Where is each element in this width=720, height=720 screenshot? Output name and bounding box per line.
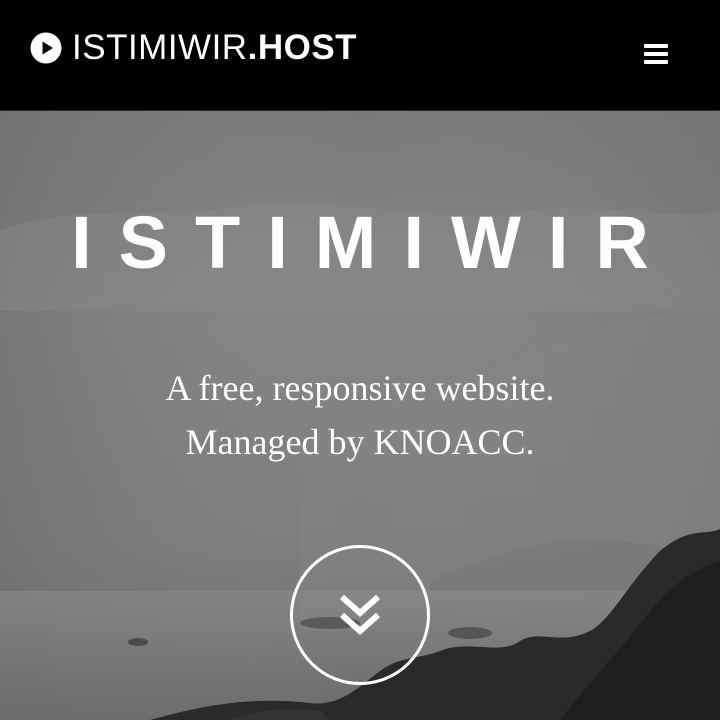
- menu-toggle-button[interactable]: [636, 34, 676, 74]
- double-chevron-down-icon: [340, 594, 380, 636]
- navbar: ISTIMIWIR.HOST: [0, 0, 720, 111]
- hero-subtitle: A free, responsive website. Managed by K…: [0, 361, 720, 469]
- brand-text: ISTIMIWIR.HOST: [72, 28, 357, 68]
- brand-tld: .HOST: [247, 28, 358, 67]
- scroll-down-button[interactable]: [290, 545, 430, 685]
- hero-section: ISTIMIWIR A free, responsive website. Ma…: [0, 111, 720, 720]
- hero-subtitle-line-1: A free, responsive website.: [165, 368, 555, 408]
- brand-name: ISTIMIWIR: [72, 28, 248, 67]
- play-circle-icon: [30, 32, 62, 64]
- hero-title: ISTIMIWIR: [71, 201, 676, 284]
- hero-subtitle-line-2: Managed by KNOACC.: [185, 422, 535, 462]
- brand-logo-link[interactable]: ISTIMIWIR.HOST: [30, 28, 357, 68]
